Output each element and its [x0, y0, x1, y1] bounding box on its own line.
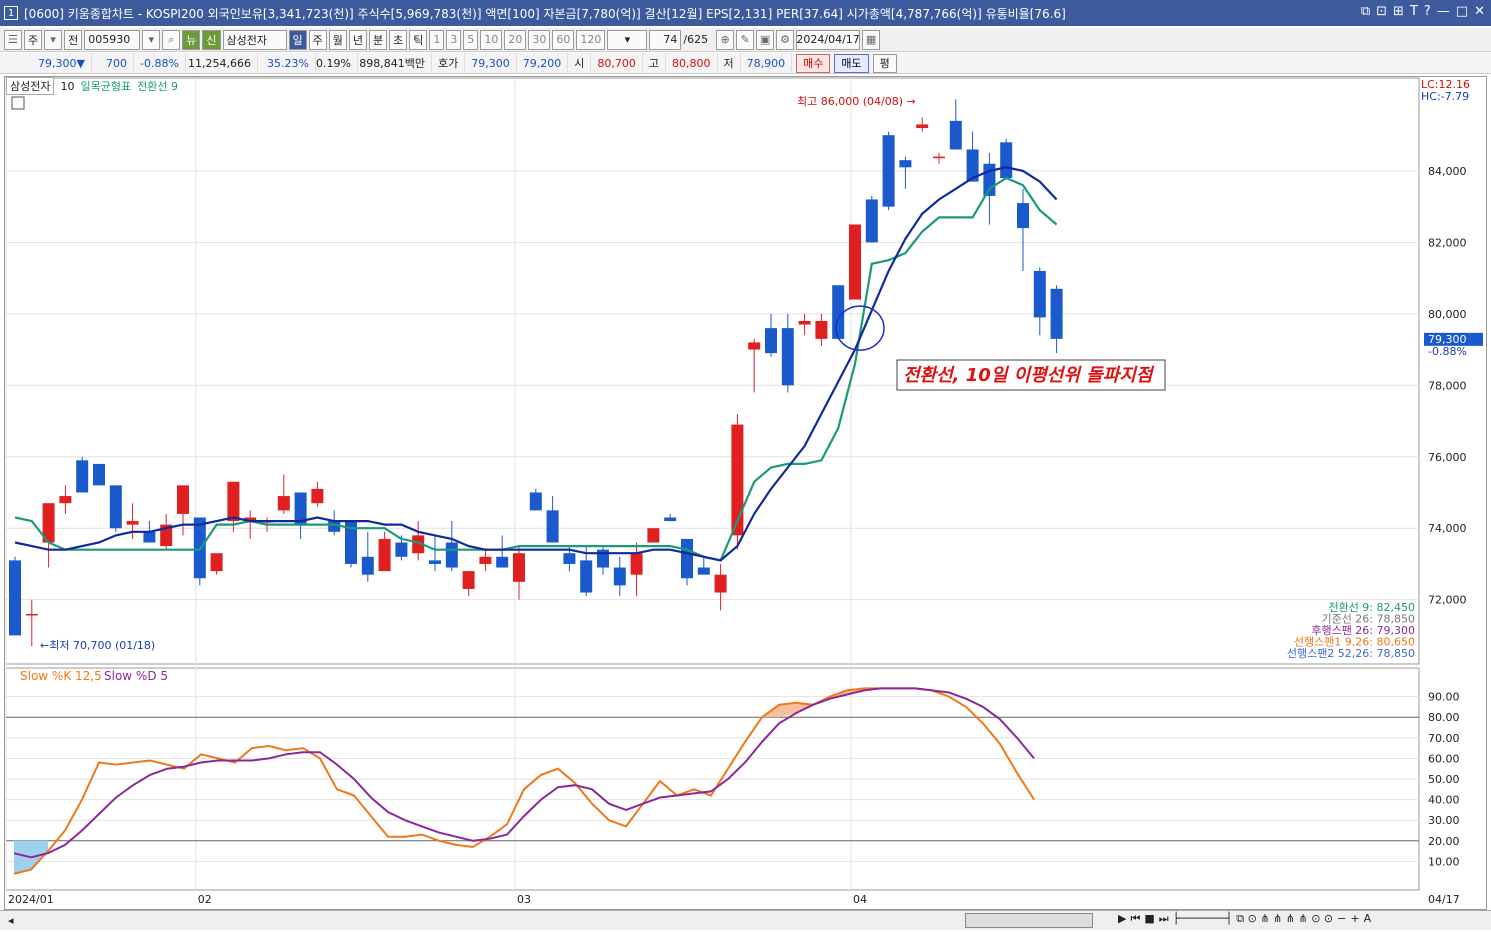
- link-icon[interactable]: ⧉: [1361, 4, 1370, 19]
- period-week[interactable]: 주: [308, 29, 327, 50]
- high-price: 80,800: [666, 52, 718, 74]
- open-label: 시: [568, 52, 592, 74]
- calendar-icon[interactable]: ▦: [862, 29, 881, 50]
- settings-icon[interactable]: ⚙: [776, 29, 795, 50]
- sell-button[interactable]: 매도: [834, 53, 869, 73]
- average-button[interactable]: 평: [872, 53, 897, 73]
- low-label: 저: [718, 52, 741, 74]
- minimize-icon[interactable]: —: [1437, 4, 1450, 19]
- bid-price: 79,200: [517, 52, 569, 74]
- window-title: [0600] 키움종합차트 - KOSPI200 외국인보유[3,341,723…: [24, 6, 1066, 21]
- menu-icon[interactable]: ☰: [4, 29, 22, 50]
- copy-icon[interactable]: ⊡: [1376, 4, 1387, 19]
- interval-select[interactable]: ▾: [607, 29, 648, 50]
- play-icon[interactable]: ▶: [1118, 912, 1126, 926]
- window-controls: ⧉ ⊡ ⊞ T ? — □ ✕: [1361, 4, 1485, 19]
- chart-legend: 삼성전자 10 일목균형표 전환선 9: [6, 77, 178, 95]
- help-icon[interactable]: ?: [1424, 4, 1431, 19]
- price-bar: 79,300▼ 700 -0.88% 11,254,666 35.23% 0.1…: [0, 52, 1491, 74]
- period-minute[interactable]: 분: [369, 29, 388, 50]
- code-input[interactable]: 005930: [84, 29, 141, 50]
- trade-amount: 898,841백만: [358, 52, 432, 74]
- ask-price: 79,300: [465, 52, 517, 74]
- scroll-left-icon[interactable]: ◂: [8, 914, 14, 927]
- price-rate: -0.88%: [134, 52, 186, 74]
- period-month[interactable]: 월: [328, 29, 347, 50]
- stock-name: 삼성전자: [222, 29, 287, 50]
- window-number: 1: [4, 6, 18, 20]
- zoom-out-icon[interactable]: −: [1337, 912, 1346, 926]
- rewind-icon[interactable]: ⏮: [1130, 912, 1140, 926]
- legend-ichimoku[interactable]: 일목균형표: [80, 78, 131, 94]
- interval-30[interactable]: 30: [528, 29, 551, 50]
- chart-scrollbar[interactable]: ◂ ▶ ⏮ ■ ⏭ ├───────┤ ⧉ ⊙ ⋔ ⋔ ⋔ ⋔ ⊙ ⊙ − + …: [0, 910, 1491, 930]
- buy-button[interactable]: 매수: [796, 53, 831, 73]
- new-tag[interactable]: 뉴: [182, 29, 201, 50]
- interval-20[interactable]: 20: [504, 29, 527, 50]
- interval-10[interactable]: 10: [480, 29, 503, 50]
- legend-conversion[interactable]: 전환선 9: [137, 78, 178, 94]
- interval-60[interactable]: 60: [552, 29, 575, 50]
- period-tick[interactable]: 틱: [409, 29, 428, 50]
- current-price: 79,300▼: [0, 52, 92, 74]
- interval-120[interactable]: 120: [576, 29, 606, 50]
- speed-slider[interactable]: ├───────┤: [1173, 912, 1233, 926]
- price-change: 700: [92, 52, 134, 74]
- code-dropdown-icon[interactable]: ▾: [142, 29, 161, 50]
- open-price: 80,700: [591, 52, 643, 74]
- zoom-in-icon[interactable]: +: [1350, 912, 1359, 926]
- count-total: /625: [683, 33, 709, 46]
- volume-rate: 35.23%: [258, 52, 316, 74]
- low-price: 78,900: [741, 52, 793, 74]
- save-icon[interactable]: ▣: [756, 29, 775, 50]
- period-day[interactable]: 일: [288, 29, 307, 50]
- chart-toolbar: ☰ 주 ▾ 전 005930 ▾ ⌕ 뉴 신 삼성전자 일 주 월 년 분 초 …: [0, 28, 1491, 52]
- title-bar: 1 [0600] 키움종합차트 - KOSPI200 외국인보유[3,341,7…: [0, 0, 1491, 26]
- stop-icon[interactable]: ■: [1144, 912, 1154, 926]
- period-select[interactable]: 주: [24, 29, 43, 50]
- chart-area[interactable]: [4, 76, 1487, 910]
- forward-icon[interactable]: ⏭: [1159, 912, 1169, 926]
- font-icon[interactable]: A: [1364, 912, 1372, 926]
- maximize-icon[interactable]: □: [1456, 4, 1468, 19]
- draw-icon[interactable]: ✎: [736, 29, 755, 50]
- close-icon[interactable]: ✕: [1474, 4, 1485, 19]
- scroll-controls: ▶ ⏮ ■ ⏭ ├───────┤ ⧉ ⊙ ⋔ ⋔ ⋔ ⋔ ⊙ ⊙ − + A: [1118, 912, 1371, 926]
- interval-1[interactable]: 1: [429, 29, 445, 50]
- date-input[interactable]: 2024/04/17: [796, 29, 861, 50]
- period-year[interactable]: 년: [348, 29, 367, 50]
- period-second[interactable]: 초: [389, 29, 408, 50]
- interval-3[interactable]: 3: [446, 29, 462, 50]
- credit-tag[interactable]: 신: [202, 29, 221, 50]
- prev-toggle[interactable]: 전: [64, 29, 83, 50]
- search-icon[interactable]: ⌕: [162, 29, 181, 50]
- legend-stock[interactable]: 삼성전자: [6, 77, 55, 95]
- hoga-label: 호가: [432, 52, 466, 74]
- turnover: 0.19%: [316, 52, 358, 74]
- chevron-down-icon[interactable]: ▾: [44, 29, 63, 50]
- zoom-icon[interactable]: ⊕: [716, 29, 735, 50]
- text-icon[interactable]: T: [1410, 4, 1418, 19]
- interval-5[interactable]: 5: [463, 29, 479, 50]
- volume: 11,254,666: [186, 52, 258, 74]
- scroll-thumb[interactable]: [965, 913, 1093, 928]
- count-input[interactable]: 74: [649, 29, 682, 50]
- restore-icon[interactable]: ⊞: [1393, 4, 1404, 19]
- high-label: 고: [643, 52, 666, 74]
- layout-icon[interactable]: ⧉ ⊙ ⋔ ⋔ ⋔ ⋔ ⊙ ⊙: [1236, 912, 1333, 926]
- legend-period: 10: [60, 79, 75, 93]
